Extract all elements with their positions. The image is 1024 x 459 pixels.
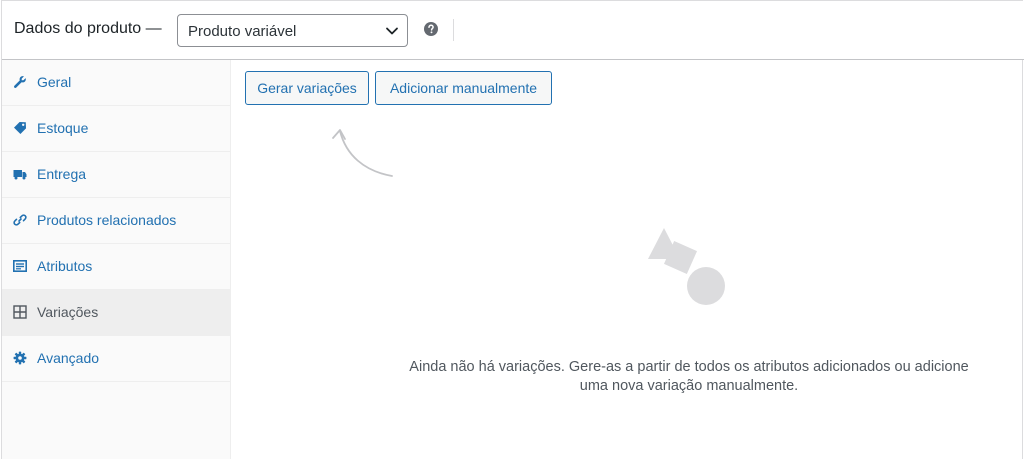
empty-state-line: Ainda não há variações. Gere-as a partir… — [409, 359, 969, 375]
tab-shipping[interactable]: Entrega — [2, 152, 231, 198]
tab-label: Estoque — [37, 120, 89, 136]
help-icon[interactable] — [424, 22, 438, 36]
header-divider — [453, 19, 454, 41]
tab-label: Entrega — [37, 166, 87, 182]
empty-state-message: Ainda não há variações. Gere-as a partir… — [372, 358, 1006, 396]
wrench-icon — [14, 76, 26, 88]
gear-icon — [13, 351, 27, 365]
grid-icon — [13, 305, 27, 319]
tab-advanced[interactable]: Avançado — [2, 336, 231, 382]
tag-icon — [14, 122, 26, 134]
empty-state-shapes-icon — [648, 228, 725, 305]
tab-variations[interactable]: Variações — [2, 290, 231, 336]
tab-label: Geral — [37, 74, 72, 90]
product-data-title: Dados do produto — — [14, 20, 162, 37]
tab-label: Avançado — [37, 350, 100, 366]
tab-linked-products[interactable]: Produtos relacionados — [2, 198, 231, 244]
add-manually-button[interactable]: Adicionar manualmente — [375, 71, 552, 105]
tab-general[interactable]: Geral — [2, 60, 231, 106]
generate-variations-button[interactable]: Gerar variações — [245, 71, 369, 105]
chevron-down-icon — [386, 27, 398, 35]
tab-attributes[interactable]: Atributos — [2, 244, 231, 290]
tab-label: Atributos — [37, 258, 93, 274]
product-data-tabs: Geral Estoque Entrega Produtos relaciona… — [2, 60, 231, 459]
tab-label: Produtos relacionados — [37, 212, 177, 228]
product-type-select[interactable]: Produto variável — [177, 14, 408, 47]
hint-arrow-icon — [332, 129, 393, 177]
link-icon — [13, 214, 27, 226]
product-type-value: Produto variável — [188, 23, 297, 40]
empty-state-line: uma nova variação manualmente. — [579, 378, 799, 394]
tab-label: Variações — [37, 304, 99, 320]
list-icon — [13, 259, 27, 272]
tab-inventory[interactable]: Estoque — [2, 106, 231, 152]
truck-icon — [13, 170, 27, 180]
product-data-header: Dados do produto — Produto variável — [2, 1, 1024, 60]
product-data-panel: Dados do produto — Produto variável Gera… — [1, 0, 1024, 459]
